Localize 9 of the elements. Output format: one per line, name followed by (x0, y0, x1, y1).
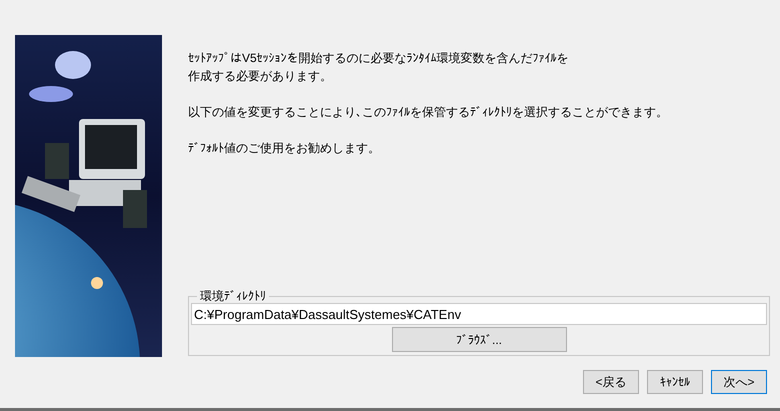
browse-button[interactable]: ﾌﾞﾗｳｽﾞ... (392, 327, 566, 352)
wizard-button[interactable]: <戻る (583, 370, 639, 394)
directory-field[interactable]: C:¥ProgramData¥DassaultSystemes¥CATEnv (191, 303, 767, 325)
info-text: 以下の値を変更することにより､このﾌｧｲﾙを保管するﾃﾞｨﾚｸﾄﾘを選択することができます。 (188, 104, 669, 121)
intro-text: ｾｯﾄｱｯﾌﾟはV5ｾｯｼｮﾝを開始するのに必要なﾗﾝﾀｲﾑ環境変数を含んだﾌｧｲﾙを 作成する必要があります。 (188, 50, 570, 85)
wizard-button[interactable]: ｷｬﾝｾﾙ (647, 370, 703, 394)
wizard-button[interactable]: 次へ> (711, 370, 767, 394)
info-text: ﾃﾞﾌｫﾙﾄ値のご使用をお勧めします。 (188, 140, 381, 157)
group-label: 環境ﾃﾞｨﾚｸﾄﾘ (199, 289, 267, 303)
